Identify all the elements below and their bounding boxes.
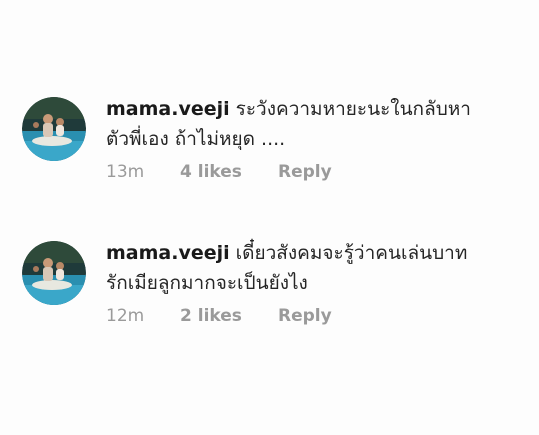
username[interactable]: mama.veeji: [106, 242, 230, 264]
comment-body: mama.veeji ระวังความหายะนะในกลับหา ตัวพี่…: [106, 94, 529, 182]
comment-text-line2: รักเมียลูกมากจะเป็นยังไง: [106, 272, 308, 294]
comment-text-line1: ระวังความหายะนะในกลับหา: [235, 98, 471, 120]
comment-item: mama.veeji ระวังความหายะนะในกลับหา ตัวพี่…: [22, 94, 529, 204]
reply-button[interactable]: Reply: [278, 162, 332, 182]
comment-item: mama.veeji เดี๋ยวสังคมจะรู้ว่าคนเล่นบาท ร…: [22, 238, 529, 348]
profile-photo-icon: [22, 97, 86, 161]
comment-text-line2: ตัวพี่เอง ถ้าไม่หยุด ....: [106, 128, 286, 150]
comment-meta: 13m 4 likes Reply: [106, 162, 529, 182]
comment-text: mama.veeji เดี๋ยวสังคมจะรู้ว่าคนเล่นบาท ร…: [106, 238, 529, 298]
comment-body: mama.veeji เดี๋ยวสังคมจะรู้ว่าคนเล่นบาท ร…: [106, 238, 529, 326]
username[interactable]: mama.veeji: [106, 98, 230, 120]
avatar[interactable]: [22, 97, 86, 161]
comment-text: mama.veeji ระวังความหายะนะในกลับหา ตัวพี่…: [106, 94, 529, 154]
likes-count[interactable]: 2 likes: [180, 306, 278, 326]
comment-meta: 12m 2 likes Reply: [106, 306, 529, 326]
profile-photo-icon: [22, 241, 86, 305]
likes-count[interactable]: 4 likes: [180, 162, 278, 182]
timestamp: 12m: [106, 306, 145, 326]
reply-button[interactable]: Reply: [278, 306, 332, 326]
timestamp: 13m: [106, 162, 145, 182]
avatar[interactable]: [22, 241, 86, 305]
comment-text-line1: เดี๋ยวสังคมจะรู้ว่าคนเล่นบาท: [235, 242, 468, 264]
